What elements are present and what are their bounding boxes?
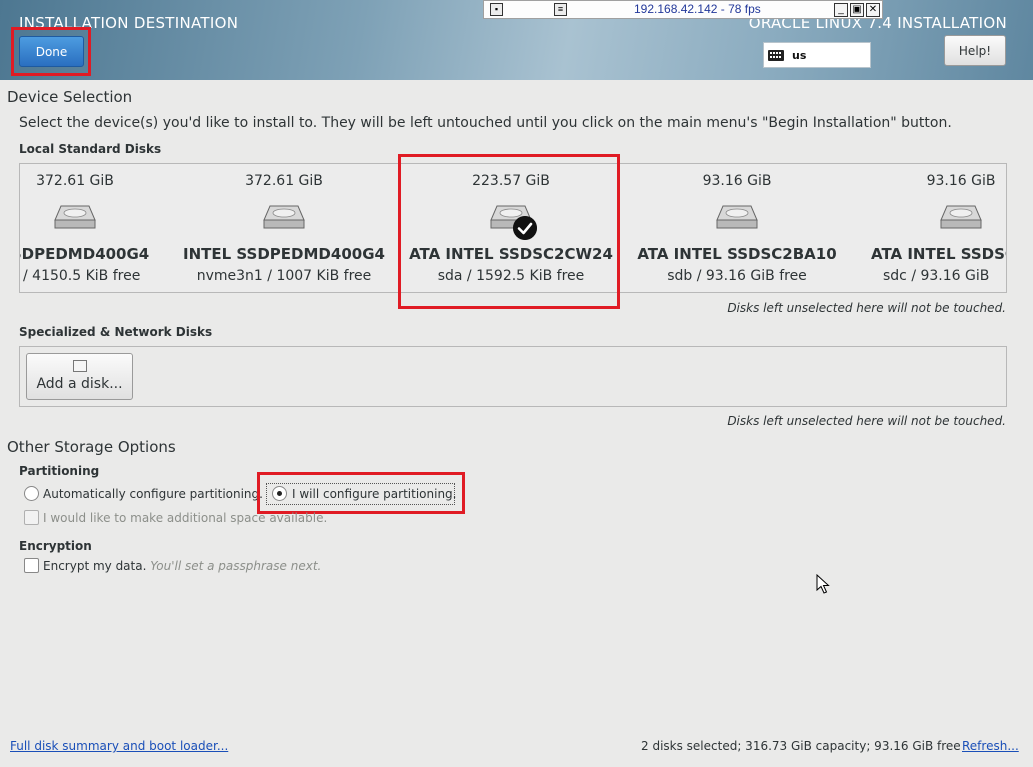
specialized-disks-area bbox=[19, 346, 1007, 407]
local-disks-heading: Local Standard Disks bbox=[19, 142, 162, 156]
extra-space-label: I would like to make additional space av… bbox=[43, 511, 328, 525]
add-disk-label: Add a disk... bbox=[36, 376, 123, 392]
hard-disk-icon bbox=[263, 205, 305, 229]
local-disks-note: Disks left unselected here will not be t… bbox=[727, 301, 1006, 315]
minimize-button[interactable]: _ bbox=[834, 3, 848, 17]
hard-disk-icon bbox=[716, 205, 758, 229]
menu-icon[interactable]: ≡ bbox=[554, 3, 567, 16]
done-highlight-box: Done bbox=[11, 27, 91, 76]
restore-button[interactable]: ▣ bbox=[850, 3, 864, 17]
disk-capacity: 93.16 GiB bbox=[702, 173, 772, 189]
disk-free-space: sdc / 93.16 GiB bbox=[883, 268, 990, 284]
device-selection-heading: Device Selection bbox=[7, 88, 133, 106]
encrypt-checkbox[interactable] bbox=[24, 558, 39, 573]
refresh-link[interactable]: Refresh... bbox=[962, 739, 1019, 753]
hard-disk-icon bbox=[940, 205, 982, 229]
selection-status: 2 disks selected; 316.73 GiB capacity; 9… bbox=[641, 739, 961, 753]
disk-name: INTEL SSDPEDMD400G4 bbox=[183, 245, 385, 263]
disk-capacity: 372.61 GiB bbox=[36, 173, 114, 189]
close-button[interactable]: ✕ bbox=[866, 3, 880, 17]
manual-partitioning-highlight-box bbox=[257, 472, 465, 514]
auto-partitioning-radio[interactable] bbox=[24, 486, 39, 501]
encrypt-label-row[interactable]: Encrypt my data. You'll set a passphrase… bbox=[43, 559, 321, 573]
add-disk-icon bbox=[73, 360, 87, 372]
disk-item[interactable]: 93.16 GiB ATA INTEL SSDSC2 sdc / 93.16 G… bbox=[849, 164, 1006, 292]
disk-item[interactable]: 93.16 GiB ATA INTEL SSDSC2BA10 sdb / 93.… bbox=[625, 164, 849, 292]
disk-item[interactable]: 372.61 GiB SSDPEDMD400G4 1 / 4150.5 KiB … bbox=[19, 164, 187, 292]
help-button[interactable]: Help! bbox=[944, 35, 1006, 66]
disk-name: ATA INTEL SSDSC2 bbox=[871, 245, 1006, 263]
encrypt-hint: You'll set a passphrase next. bbox=[150, 559, 322, 573]
mouse-cursor-icon bbox=[816, 574, 830, 594]
encryption-heading: Encryption bbox=[19, 539, 92, 553]
add-disk-button[interactable]: Add a disk... bbox=[26, 353, 133, 400]
partitioning-heading: Partitioning bbox=[19, 464, 100, 478]
disk-capacity: 372.61 GiB bbox=[245, 173, 323, 189]
disk-free-space: sdb / 93.16 GiB free bbox=[667, 268, 807, 284]
keyboard-icon bbox=[768, 49, 784, 61]
disk-free-space: 1 / 4150.5 KiB free bbox=[19, 268, 141, 284]
extra-space-checkbox[interactable] bbox=[24, 510, 39, 525]
encrypt-label: Encrypt my data. bbox=[43, 559, 147, 573]
disk-item[interactable]: 372.61 GiB INTEL SSDPEDMD400G4 nvme3n1 /… bbox=[172, 164, 396, 292]
selected-disk-highlight-box bbox=[398, 154, 620, 309]
instruction-text: Select the device(s) you'd like to insta… bbox=[19, 115, 952, 131]
disk-free-space: nvme3n1 / 1007 KiB free bbox=[196, 268, 372, 284]
pin-icon[interactable]: ▪ bbox=[490, 3, 503, 16]
specialized-disks-note: Disks left unselected here will not be t… bbox=[727, 414, 1006, 428]
hard-disk-icon bbox=[54, 205, 96, 229]
connection-status: 192.168.42.142 - 78 fps bbox=[634, 2, 761, 16]
disk-name: SSDPEDMD400G4 bbox=[20, 245, 150, 263]
disk-summary-link[interactable]: Full disk summary and boot loader... bbox=[10, 739, 228, 753]
auto-partitioning-label[interactable]: Automatically configure partitioning. bbox=[43, 487, 263, 501]
done-button[interactable]: Done bbox=[19, 36, 84, 67]
specialized-disks-heading: Specialized & Network Disks bbox=[19, 325, 213, 339]
remote-viewer-toolbar: ▪ ≡ 192.168.42.142 - 78 fps _ ▣ ✕ bbox=[483, 0, 883, 19]
keyboard-layout-indicator[interactable]: us bbox=[763, 42, 871, 68]
keyboard-layout-label: us bbox=[792, 48, 807, 62]
storage-options-heading: Other Storage Options bbox=[7, 438, 176, 456]
disk-capacity: 93.16 GiB bbox=[926, 173, 996, 189]
disk-name: ATA INTEL SSDSC2BA10 bbox=[637, 245, 837, 263]
